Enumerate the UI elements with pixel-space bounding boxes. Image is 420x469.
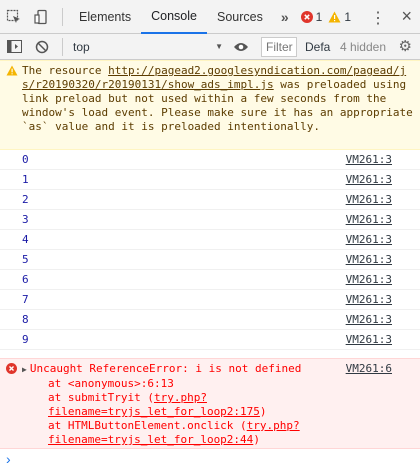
warning-count: 1 [344, 9, 352, 24]
error-count: 1 [315, 9, 323, 24]
stack-frame: at submitTryit (try.php?filename=tryjs_l… [22, 391, 416, 419]
gear-icon[interactable]: ⚙ [399, 37, 412, 55]
divider [62, 7, 63, 26]
issue-counts[interactable]: 1 1 [300, 9, 352, 24]
warning-text-prefix: The resource [22, 64, 109, 77]
inspect-element-icon[interactable] [0, 0, 28, 34]
tab-console-label: Console [151, 8, 197, 23]
context-label: top [73, 39, 90, 54]
clear-console-icon[interactable] [28, 34, 56, 60]
console-toolbar: top ▼ Filter Defa 4 hidden ⚙ [0, 34, 420, 60]
log-source-link[interactable]: VM261:3 [346, 313, 392, 327]
log-row: 2 VM261:3 [0, 190, 420, 210]
log-source-link[interactable]: VM261:3 [346, 293, 392, 307]
log-value: 6 [22, 273, 29, 286]
log-row: 6 VM261:3 [0, 270, 420, 290]
tab-sources-label: Sources [216, 9, 263, 24]
stack-frame-text: at submitTryit ( [48, 391, 154, 404]
stack-frame-text: at HTMLButtonElement.onclick ( [48, 419, 247, 432]
stack-frame-text: ) [259, 405, 267, 418]
log-source-link[interactable]: VM261:3 [346, 253, 392, 267]
log-source-link[interactable]: VM261:3 [346, 193, 392, 207]
log-source-link[interactable]: VM261:3 [346, 233, 392, 247]
tab-sources[interactable]: Sources [207, 0, 273, 34]
log-value: 7 [22, 293, 29, 306]
stack-frame-text: ) [253, 433, 260, 446]
log-value: 3 [22, 213, 29, 226]
eye-icon[interactable] [229, 34, 253, 60]
log-value: 2 [22, 193, 29, 206]
expand-triangle-icon[interactable]: ▶ [22, 365, 27, 374]
log-row: 3 VM261:3 [0, 210, 420, 230]
log-row: 0 VM261:3 [0, 150, 420, 170]
log-row: 8 VM261:3 [0, 310, 420, 330]
log-row: 5 VM261:3 [0, 250, 420, 270]
close-icon[interactable]: × [401, 6, 412, 27]
log-value: 1 [22, 173, 29, 186]
error-text: Uncaught ReferenceError: i is not define… [29, 362, 302, 375]
log-levels-dropdown[interactable]: Defa [305, 40, 330, 54]
log-value: 9 [22, 333, 29, 346]
prompt-chevron-icon: › [6, 451, 11, 467]
log-row: 4 VM261:3 [0, 230, 420, 250]
error-circle-icon [300, 10, 313, 23]
tab-elements[interactable]: Elements [69, 0, 141, 34]
error-message: ▶ Uncaught ReferenceError: i is not defin… [0, 358, 420, 449]
log-source-link[interactable]: VM261:3 [346, 333, 392, 347]
stack-frame: at HTMLButtonElement.onclick (try.php?fi… [22, 419, 416, 447]
customize-menu-icon[interactable]: ⋮ [370, 8, 386, 28]
devtools-tab-bar: Elements Console Sources » 1 1 ⋮ × [0, 0, 420, 34]
log-source-link[interactable]: VM261:3 [346, 173, 392, 187]
tab-console[interactable]: Console [141, 0, 207, 34]
hidden-messages-count: 4 hidden [339, 40, 386, 54]
filter-placeholder: Filter [266, 39, 293, 54]
dropdown-arrow-icon: ▼ [215, 42, 223, 51]
log-source-link[interactable]: VM261:3 [346, 213, 392, 227]
log-row: 1 VM261:3 [0, 170, 420, 190]
log-value: 5 [22, 253, 29, 266]
tab-elements-label: Elements [79, 9, 132, 24]
log-source-link[interactable]: VM261:3 [346, 153, 392, 167]
console-prompt[interactable]: › [0, 449, 420, 469]
warning-triangle-icon [328, 11, 341, 22]
log-source-link[interactable]: VM261:3 [346, 273, 392, 287]
console-log-list: 0 VM261:3 1 VM261:3 2 VM261:3 3 VM261:3 4 VM2… [0, 150, 420, 350]
sidebar-toggle-icon[interactable] [0, 34, 28, 60]
log-row: 9 VM261:3 [0, 330, 420, 350]
log-value: 8 [22, 313, 29, 326]
log-value: 4 [22, 233, 29, 246]
warning-triangle-icon [6, 65, 18, 76]
log-value: 0 [22, 153, 29, 166]
warning-message: The resource http://pagead2.googlesyndic… [0, 60, 420, 150]
error-circle-icon [6, 363, 17, 374]
error-source-link[interactable]: VM261:6 [346, 362, 392, 376]
context-selector[interactable]: top ▼ [73, 40, 229, 54]
device-toolbar-icon[interactable] [28, 0, 56, 34]
log-row: 7 VM261:3 [0, 290, 420, 310]
divider [62, 37, 63, 56]
filter-input[interactable]: Filter [261, 36, 297, 57]
more-tabs-button[interactable]: » [273, 9, 297, 25]
stack-frame: at <anonymous>:6:13 [48, 377, 174, 390]
